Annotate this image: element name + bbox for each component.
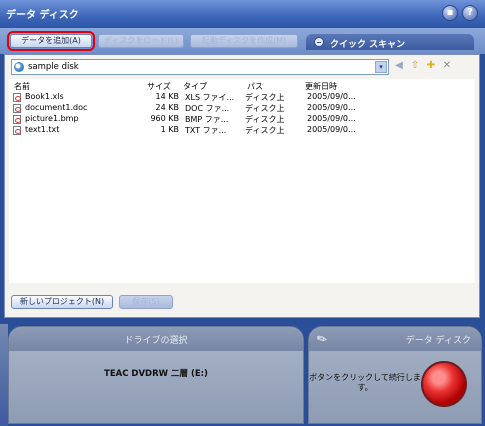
- file-type: DOC ファ...: [185, 104, 230, 113]
- quick-scan-label: クイック スキャン: [330, 40, 406, 50]
- drive-panel-header: ドライブの選択: [9, 327, 303, 351]
- file-name: text1.txt: [25, 125, 60, 134]
- action-panel: ✎ データ ディスク ボタンをクリックして続行します。: [308, 326, 482, 424]
- drive-selection-panel: ドライブの選択 TEAC DVDRW 二層 (E:): [8, 326, 304, 424]
- title-bar: データ ディスク ▪ ?: [0, 0, 485, 28]
- save-icon[interactable]: ▪: [442, 5, 458, 21]
- load-disk-button[interactable]: ディスクをロード(L): [98, 34, 184, 48]
- main-panel: sample disk ▾ ◀ ⇧ ✚ ✕ 名前 サイズ タイプ パス 更新日時…: [4, 54, 480, 318]
- address-value: sample disk: [28, 62, 79, 72]
- delete-icon[interactable]: ✕: [441, 60, 453, 72]
- file-type: BMP ファ...: [185, 115, 229, 124]
- file-modified: 2005/09/0...: [307, 92, 356, 101]
- file-size: 1 KB: [160, 125, 179, 134]
- file-path: ディスク上: [245, 93, 285, 102]
- file-icon: [13, 93, 21, 102]
- file-size: 24 KB: [155, 103, 179, 112]
- table-row[interactable]: picture1.bmp 960 KB BMP ファ... ディスク上 2005…: [9, 114, 475, 125]
- file-type: XLS ファイ...: [185, 93, 235, 102]
- file-modified: 2005/09/0...: [307, 103, 356, 112]
- file-path: ディスク上: [245, 115, 285, 124]
- file-path: ディスク上: [245, 126, 285, 135]
- file-name: document1.doc: [25, 103, 88, 112]
- column-header-modified[interactable]: 更新日時: [305, 81, 337, 92]
- file-size: 14 KB: [155, 92, 179, 101]
- wrench-icon[interactable]: ✎: [314, 330, 330, 347]
- column-header-size[interactable]: サイズ: [147, 81, 171, 92]
- up-folder-icon[interactable]: ⇧: [409, 60, 421, 72]
- file-modified: 2005/09/0...: [307, 114, 356, 123]
- column-header-path[interactable]: パス: [247, 81, 263, 92]
- table-row[interactable]: Book1.xls 14 KB XLS ファイ... ディスク上 2005/09…: [9, 92, 475, 103]
- help-icon[interactable]: ?: [462, 5, 478, 21]
- new-project-button[interactable]: 新しいプロジェクト(N): [11, 295, 113, 309]
- start-button[interactable]: [421, 361, 467, 407]
- file-modified: 2005/09/0...: [307, 125, 356, 134]
- drive-selector[interactable]: TEAC DVDRW 二層 (E:): [9, 367, 303, 379]
- file-size: 960 KB: [150, 114, 179, 123]
- back-icon[interactable]: ◀: [393, 60, 405, 72]
- file-icon: [13, 126, 21, 135]
- chevron-down-icon[interactable]: ▾: [375, 61, 387, 73]
- drive-panel-title: ドライブの選択: [124, 336, 188, 346]
- file-name: picture1.bmp: [25, 114, 79, 123]
- window-title: データ ディスク: [6, 10, 79, 21]
- add-data-button[interactable]: データを追加(A): [7, 31, 95, 51]
- column-header-name[interactable]: 名前: [14, 81, 30, 92]
- save-button[interactable]: 保存(S): [119, 295, 173, 309]
- table-row[interactable]: text1.txt 1 KB TXT ファ... ディスク上 2005/09/0…: [9, 125, 475, 136]
- quick-scan-tab[interactable]: クイック スキャン: [306, 34, 474, 50]
- file-list: 名前 サイズ タイプ パス 更新日時 Book1.xls 14 KB XLS フ…: [9, 79, 475, 283]
- collapse-icon: [314, 37, 324, 47]
- file-icon: [13, 104, 21, 113]
- address-combobox[interactable]: sample disk ▾: [11, 59, 389, 75]
- create-boot-disk-button[interactable]: 起動ディスクを作成(M): [190, 34, 298, 48]
- disk-icon: [14, 62, 24, 72]
- left-edge-decoration: [0, 324, 8, 426]
- action-panel-header: ✎ データ ディスク: [309, 327, 481, 351]
- action-instruction: ボタンをクリックして続行します。: [309, 373, 421, 392]
- new-folder-icon[interactable]: ✚: [425, 60, 437, 72]
- file-icon: [13, 115, 21, 124]
- file-path: ディスク上: [245, 104, 285, 113]
- action-panel-title: データ ディスク: [405, 336, 471, 346]
- table-row[interactable]: document1.doc 24 KB DOC ファ... ディスク上 2005…: [9, 103, 475, 114]
- file-type: TXT ファ...: [185, 126, 227, 135]
- column-header-type[interactable]: タイプ: [183, 81, 207, 92]
- file-name: Book1.xls: [25, 92, 64, 101]
